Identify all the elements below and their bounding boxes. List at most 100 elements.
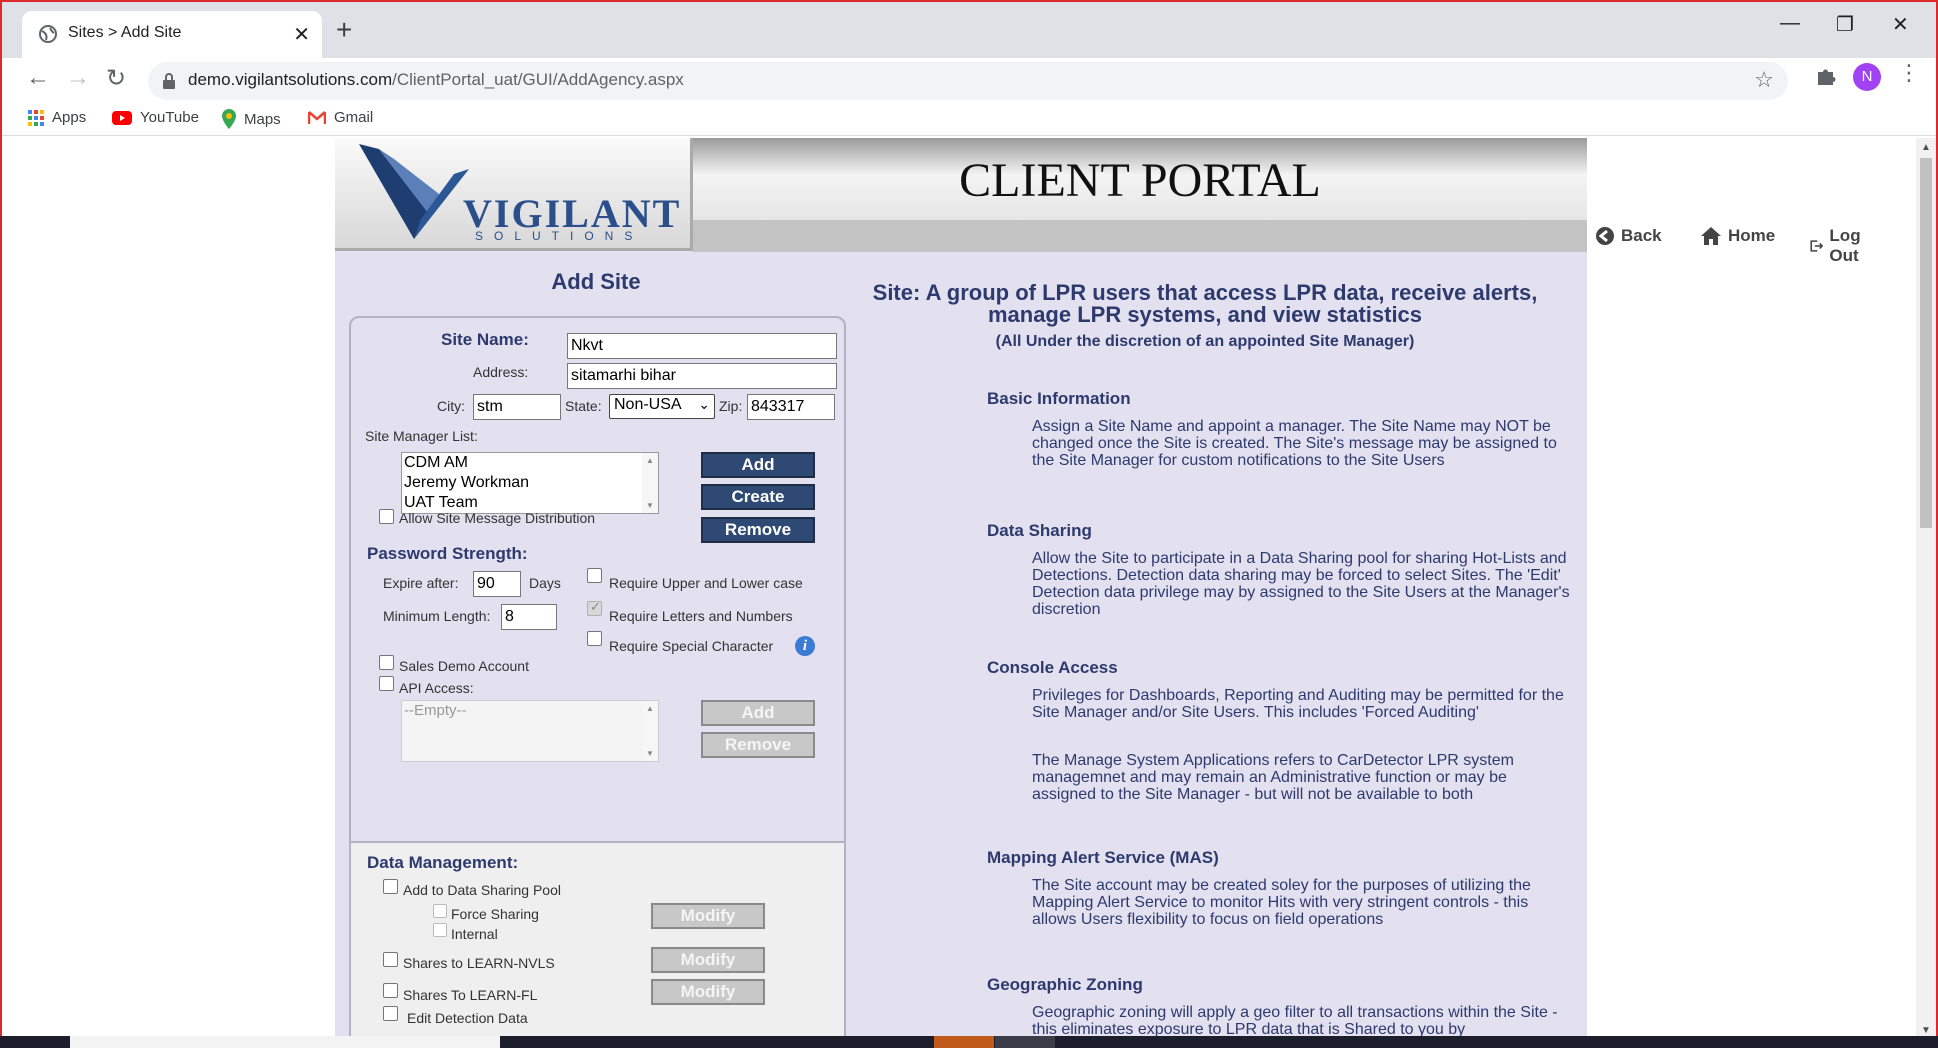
upper-lower-label: Require Upper and Lower case: [609, 575, 803, 591]
allow-distribution-checkbox[interactable]: [379, 509, 394, 524]
url-host: demo.vigilantsolutions.com: [188, 70, 393, 89]
shares-nvls-label: Shares to LEARN-NVLS: [403, 955, 555, 971]
modify-pool-button[interactable]: Modify: [651, 903, 765, 929]
shares-nvls-checkbox[interactable]: [383, 952, 398, 967]
close-window-icon[interactable]: ✕: [1892, 12, 1909, 37]
state-label: State:: [565, 398, 602, 414]
api-add-button[interactable]: Add: [701, 700, 815, 726]
browser-tab[interactable]: Sites > Add Site ✕: [22, 11, 322, 58]
shares-fl-checkbox[interactable]: [383, 983, 398, 998]
add-manager-button[interactable]: Add: [701, 452, 815, 478]
remove-manager-button[interactable]: Remove: [701, 517, 815, 543]
zip-label: Zip:: [719, 398, 743, 414]
tab-title: Sites > Add Site: [68, 24, 182, 41]
internal-checkbox[interactable]: [433, 923, 447, 937]
bookmark-star-icon[interactable]: ☆: [1754, 67, 1774, 93]
letters-numbers-checkbox[interactable]: ✓: [587, 599, 602, 616]
forward-arrow-icon[interactable]: →: [66, 64, 90, 92]
scroll-up-icon[interactable]: ▲: [1921, 142, 1931, 153]
scroll-up-icon[interactable]: ▲: [646, 704, 654, 713]
create-manager-button[interactable]: Create: [701, 484, 815, 510]
scroll-down-icon[interactable]: ▼: [1921, 1025, 1931, 1036]
logout-label: Log Out: [1829, 226, 1861, 265]
modify-fl-button[interactable]: Modify: [651, 979, 765, 1005]
home-label: Home: [1728, 226, 1776, 245]
edit-detection-label: Edit Detection Data: [407, 1010, 528, 1026]
page-scrollbar[interactable]: ▲ ▼: [1916, 138, 1936, 1038]
portal-title-band: CLIENT PORTAL: [693, 138, 1587, 220]
data-management-panel: Data Management: Add to Data Sharing Poo…: [349, 843, 846, 1043]
back-link[interactable]: Back: [1595, 226, 1662, 246]
section-title: Console Access: [987, 658, 1118, 677]
address-bar[interactable]: demo.vigilantsolutions.com/ClientPortal_…: [148, 62, 1788, 100]
city-input[interactable]: [473, 394, 561, 420]
site-manager-list[interactable]: CDM AM Jeremy Workman UAT Team ▲ ▼: [401, 452, 659, 514]
modify-nvls-button[interactable]: Modify: [651, 947, 765, 973]
bookmarks-bar: Apps YouTube Maps Gmail: [2, 104, 1936, 136]
list-item[interactable]: CDM AM: [402, 453, 658, 473]
edit-detection-checkbox[interactable]: [383, 1006, 398, 1021]
bookmark-gmail[interactable]: Gmail: [308, 109, 373, 126]
list-item[interactable]: Jeremy Workman: [402, 473, 658, 493]
logo-sub-text: SOLUTIONS: [475, 229, 644, 243]
bookmark-apps[interactable]: Apps: [28, 109, 86, 126]
taskbar-search[interactable]: [70, 1036, 500, 1048]
taskbar-app[interactable]: [934, 1036, 994, 1048]
checkmark-icon: ✓: [590, 599, 601, 614]
api-remove-button[interactable]: Remove: [701, 732, 815, 758]
password-strength-heading: Password Strength:: [367, 544, 528, 563]
zip-input[interactable]: [747, 394, 835, 420]
home-icon: [1701, 227, 1721, 245]
logout-link[interactable]: Log Out: [1810, 226, 1869, 266]
sales-demo-checkbox[interactable]: [379, 655, 394, 670]
back-arrow-icon[interactable]: ←: [26, 64, 50, 92]
site-manager-list-label: Site Manager List:: [365, 428, 478, 444]
address-label: Address:: [473, 364, 529, 380]
close-tab-icon[interactable]: ✕: [293, 22, 310, 47]
taskbar-app[interactable]: [995, 1036, 1055, 1048]
minimize-icon[interactable]: —: [1780, 12, 1800, 35]
list-scrollbar[interactable]: ▲ ▼: [642, 701, 658, 761]
api-access-list[interactable]: --Empty-- ▲ ▼: [401, 700, 659, 762]
scroll-thumb[interactable]: [1920, 158, 1932, 528]
home-link[interactable]: Home: [1700, 226, 1775, 246]
extensions-puzzle-icon[interactable]: [1815, 64, 1837, 86]
vigilant-v-icon: [359, 144, 469, 239]
section-title: Data Sharing: [987, 521, 1092, 540]
taskbar: [0, 1036, 1938, 1048]
section-title: Basic Information: [987, 389, 1131, 408]
state-select[interactable]: Non-USA ⌄: [609, 394, 715, 419]
page-content: VIGILANT SOLUTIONS CLIENT PORTAL Back Ho…: [2, 138, 1920, 1043]
profile-avatar[interactable]: N: [1853, 63, 1881, 91]
min-length-input[interactable]: [501, 604, 557, 630]
portal-nav: Back Home Log Out: [693, 220, 1861, 265]
bookmark-maps[interactable]: Maps: [222, 109, 281, 129]
globe-icon: [39, 25, 57, 43]
bookmark-label: YouTube: [140, 109, 199, 126]
new-tab-button[interactable]: +: [336, 14, 352, 46]
api-access-checkbox[interactable]: [379, 676, 394, 691]
info-icon[interactable]: i: [795, 636, 815, 656]
upper-lower-checkbox[interactable]: [587, 568, 602, 583]
menu-dots-icon[interactable]: ⋮: [1898, 60, 1920, 86]
list-item: --Empty--: [404, 702, 467, 719]
expire-days-input[interactable]: [473, 571, 521, 597]
site-definition-heading: Site: A group of LPR users that access L…: [872, 280, 1538, 327]
days-label: Days: [529, 575, 561, 591]
address-input[interactable]: [567, 363, 837, 389]
section-text: Assign a Site Name and appoint a manager…: [1032, 418, 1557, 469]
form-title: Add Site: [551, 269, 641, 294]
internal-label: Internal: [451, 926, 498, 942]
force-sharing-checkbox[interactable]: [433, 904, 447, 918]
scroll-down-icon[interactable]: ▼: [646, 749, 654, 758]
add-pool-checkbox[interactable]: [383, 879, 398, 894]
bookmark-youtube[interactable]: YouTube: [112, 109, 199, 126]
list-scrollbar[interactable]: ▲ ▼: [642, 453, 658, 513]
restore-icon[interactable]: ❐: [1836, 12, 1854, 37]
scroll-up-icon[interactable]: ▲: [646, 456, 654, 465]
scroll-down-icon[interactable]: ▼: [646, 501, 654, 510]
tab-strip: Sites > Add Site ✕ + — ❐ ✕: [2, 2, 1936, 58]
site-name-input[interactable]: [567, 333, 837, 359]
special-char-checkbox[interactable]: [587, 631, 602, 646]
reload-icon[interactable]: ↻: [106, 64, 126, 93]
